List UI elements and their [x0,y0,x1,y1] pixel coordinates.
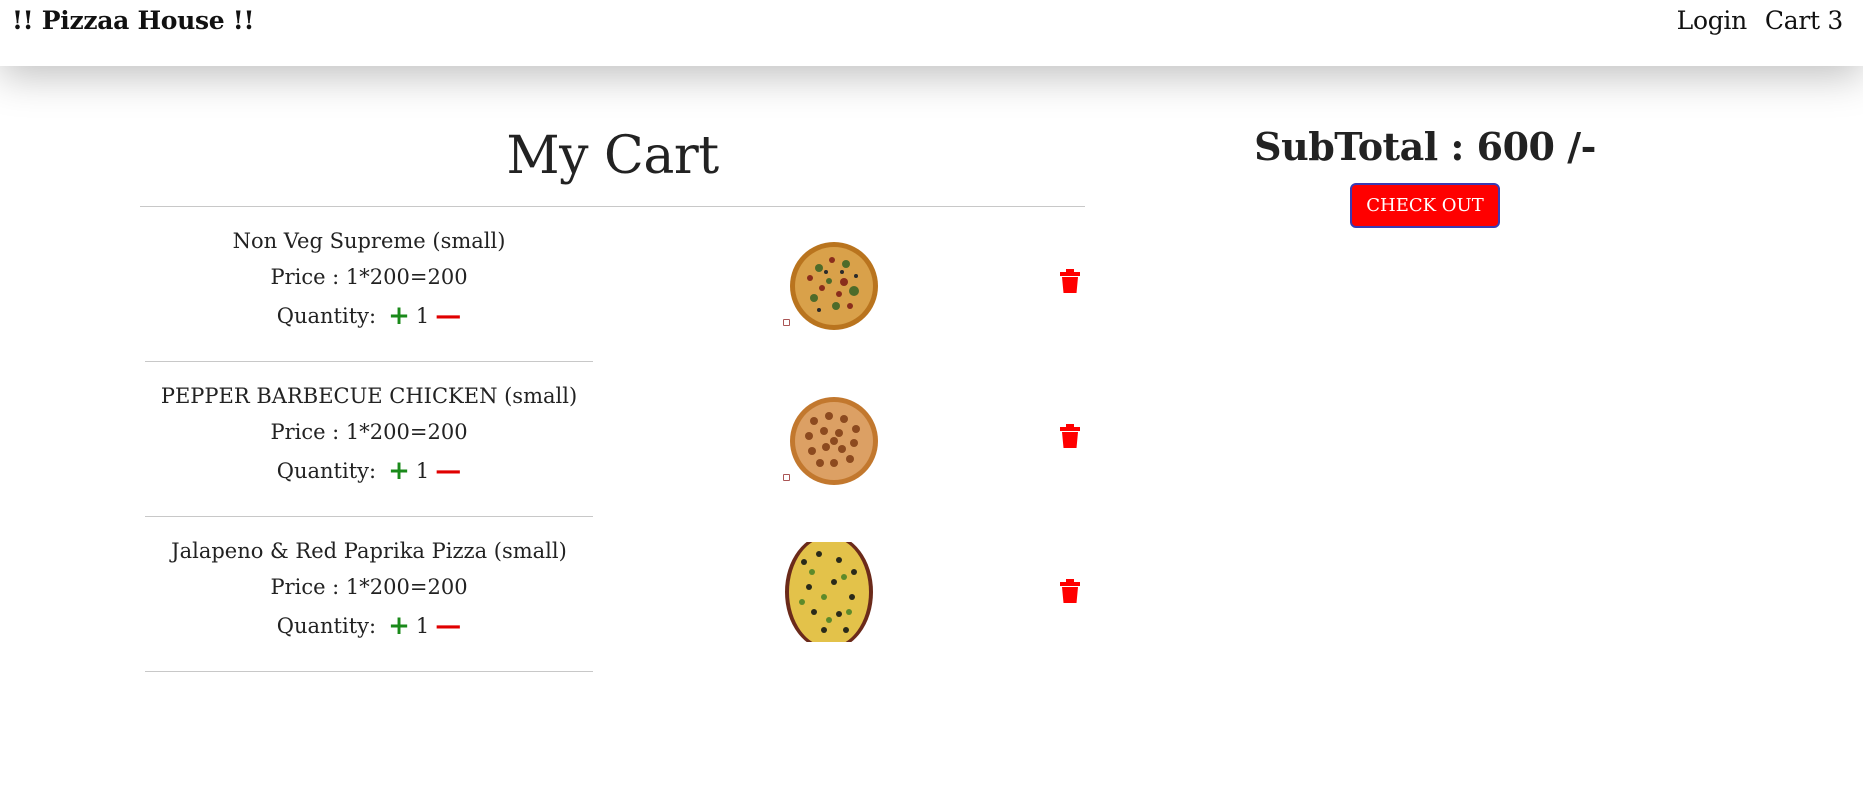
minus-icon[interactable]: — [435,458,461,484]
minus-icon[interactable]: — [435,303,461,329]
plus-icon[interactable]: + [388,458,410,484]
row-divider [145,671,593,672]
quantity-label: Quantity: [276,614,377,638]
page-title: My Cart [506,126,719,186]
item-info: Jalapeno & Red Paprika Pizza (small) Pri… [145,539,593,639]
item-name: PEPPER BARBECUE CHICKEN (small) [160,384,578,408]
quantity-label: Quantity: [276,459,377,483]
quantity-value: 1 [415,614,430,638]
cart-item: Non Veg Supreme (small) Price : 1*200=20… [140,207,1085,362]
minus-icon[interactable]: — [435,613,461,639]
navbar: !! Pizzaa House !! Login Cart 3 [0,0,1863,66]
trash-icon[interactable] [1060,424,1080,448]
quantity-control: Quantity: + 1 — [145,458,593,484]
image-marker-icon [783,474,790,481]
item-price: Price : 1*200=200 [270,265,468,289]
cart-item: PEPPER BARBECUE CHICKEN (small) Price : … [140,362,1085,517]
quantity-value: 1 [415,304,430,328]
cart-summary: SubTotal : 600 /- CHECK OUT [1180,124,1670,228]
checkout-button[interactable]: CHECK OUT [1350,183,1500,228]
subtotal: SubTotal : 600 /- [1254,124,1596,169]
cart-link[interactable]: Cart 3 [1765,6,1843,35]
plus-icon[interactable]: + [388,613,410,639]
plus-icon[interactable]: + [388,303,410,329]
quantity-label: Quantity: [276,304,377,328]
login-link[interactable]: Login [1677,6,1748,35]
quantity-value: 1 [415,459,430,483]
image-marker-icon [783,319,790,326]
pizza-image [790,242,878,330]
trash-icon[interactable] [1060,269,1080,293]
trash-icon[interactable] [1060,579,1080,603]
nav-links: Login Cart 3 [1677,6,1844,35]
item-info: Non Veg Supreme (small) Price : 1*200=20… [145,229,593,329]
item-name: Non Veg Supreme (small) [232,229,506,253]
pizza-image [790,397,878,485]
cart-item: Jalapeno & Red Paprika Pizza (small) Pri… [140,517,1085,672]
pizza-image [785,542,873,642]
item-price: Price : 1*200=200 [270,575,468,599]
item-name: Jalapeno & Red Paprika Pizza (small) [171,539,567,563]
item-price: Price : 1*200=200 [270,420,468,444]
quantity-control: Quantity: + 1 — [145,303,593,329]
item-info: PEPPER BARBECUE CHICKEN (small) Price : … [145,384,593,484]
quantity-control: Quantity: + 1 — [145,613,593,639]
brand-logo[interactable]: !! Pizzaa House !! [12,6,254,35]
